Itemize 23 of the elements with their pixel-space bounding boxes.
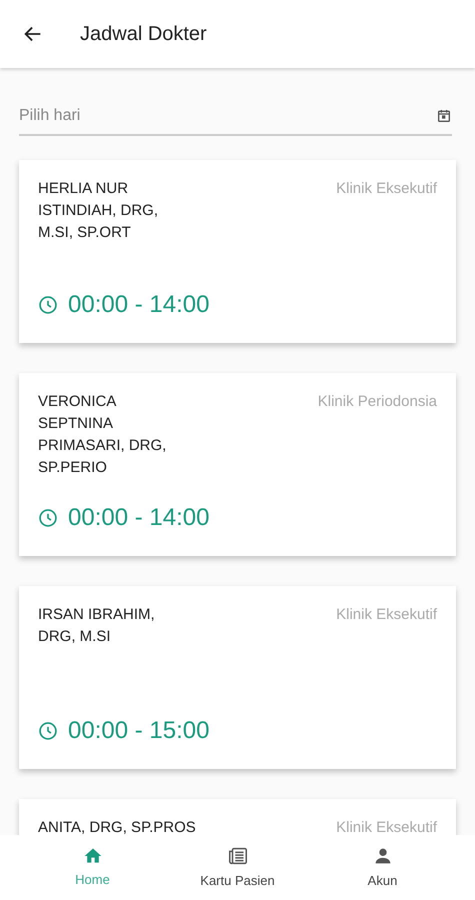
- clock-icon: [38, 295, 58, 315]
- calendar-icon[interactable]: [436, 108, 452, 124]
- schedule-time: 00:00 - 15:00: [68, 716, 210, 746]
- schedule-time: 00:00 - 14:00: [68, 290, 210, 320]
- doctor-card[interactable]: VERONICA SEPTNINA PRIMASARI, DRG, SP.PERIO Klinik Periodonsia 00:00 - 14:00: [19, 373, 456, 556]
- nav-tab[interactable]: Kartu Pasien: [182, 844, 292, 890]
- clinic-name: Klinik Periodonsia: [318, 392, 437, 412]
- clinic-name: Klinik Eksekutif: [336, 818, 437, 835]
- doctor-card[interactable]: IRSAN IBRAHIM, DRG, M.SI Klinik Eksekutif 00:00 - 15:00: [19, 586, 456, 769]
- day-field[interactable]: Pilih hari: [19, 104, 436, 128]
- doctor-name: HERLIA NUR ISTINDIAH, DRG, M.SI, SP.ORT: [38, 179, 158, 243]
- clinic-name: Klinik Eksekutif: [336, 605, 437, 625]
- doctor-card[interactable]: HERLIA NUR ISTINDIAH, DRG, M.SI, SP.ORT Klinik Eksekutif 00:00 - 14:00: [19, 160, 456, 343]
- clock-icon: [38, 508, 58, 528]
- nav-tab[interactable]: Akun: [328, 844, 438, 890]
- doctor-name: ANITA, DRG, SP.PROS: [38, 818, 196, 835]
- clinic-name: Klinik Eksekutif: [336, 179, 437, 199]
- doctor-name: IRSAN IBRAHIM, DRG, M.SI: [38, 605, 155, 647]
- clock-icon: [38, 721, 58, 741]
- doctor-name: VERONICA SEPTNINA PRIMASARI, DRG, SP.PERIO: [38, 392, 166, 478]
- doctor-card[interactable]: ANITA, DRG, SP.PROS Klinik Eksekutif: [19, 799, 456, 835]
- page-title: Jadwal Dokter: [80, 22, 207, 47]
- schedule-time: 00:00 - 14:00: [68, 503, 210, 533]
